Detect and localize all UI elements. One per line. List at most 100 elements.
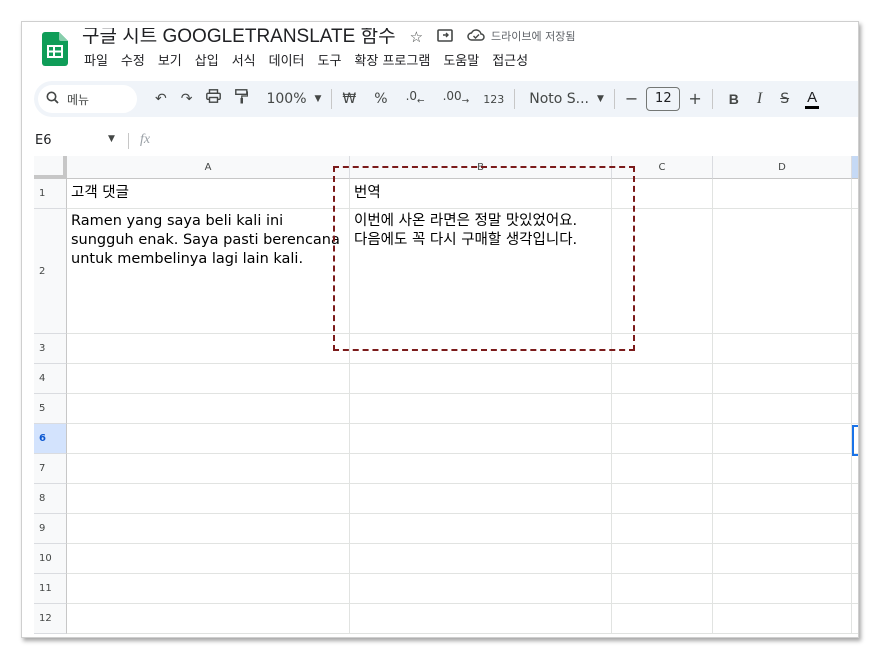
grid-cell[interactable]: [67, 514, 350, 544]
grid-cell[interactable]: [713, 484, 852, 514]
column-header-a[interactable]: A: [67, 156, 350, 179]
row-header[interactable]: 8: [34, 484, 67, 514]
menu-help[interactable]: 도움말: [443, 52, 479, 72]
grid-cell[interactable]: [350, 484, 612, 514]
grid-cell[interactable]: [713, 544, 852, 574]
grid-cell[interactable]: [350, 574, 612, 604]
grid-cell[interactable]: [612, 394, 713, 424]
row-header-active[interactable]: 6: [34, 424, 67, 454]
grid-cell[interactable]: [713, 334, 852, 364]
grid-cell[interactable]: [612, 364, 713, 394]
grid-cell[interactable]: [852, 179, 858, 209]
column-header-d[interactable]: D: [713, 156, 852, 179]
grid-cell[interactable]: [713, 364, 852, 394]
grid-cell[interactable]: [612, 454, 713, 484]
grid-cell[interactable]: [67, 454, 350, 484]
grid-cell[interactable]: [350, 394, 612, 424]
strikethrough-button[interactable]: S: [780, 91, 789, 107]
grid-cell[interactable]: [67, 604, 350, 634]
undo-icon[interactable]: ↶: [155, 89, 167, 109]
move-to-folder-icon[interactable]: [437, 28, 453, 46]
grid-cell[interactable]: [612, 574, 713, 604]
grid-cell[interactable]: [612, 544, 713, 574]
chevron-down-icon[interactable]: ▼: [597, 94, 604, 104]
grid-cell[interactable]: [713, 514, 852, 544]
grid-cell[interactable]: [67, 364, 350, 394]
percent-format-button[interactable]: %: [374, 89, 387, 109]
grid-cell[interactable]: [713, 604, 852, 634]
chevron-down-icon[interactable]: ▼: [108, 134, 115, 144]
chevron-down-icon[interactable]: ▼: [315, 94, 322, 104]
grid-cell[interactable]: [350, 454, 612, 484]
menu-extensions[interactable]: 확장 프로그램: [354, 52, 430, 72]
sheets-logo-icon[interactable]: [42, 32, 68, 66]
zoom-select[interactable]: 100%: [266, 89, 306, 109]
row-header[interactable]: 2: [34, 209, 67, 334]
grid-cell[interactable]: [350, 514, 612, 544]
grid-cell[interactable]: [713, 209, 852, 334]
row-header[interactable]: 10: [34, 544, 67, 574]
redo-icon[interactable]: ↷: [181, 89, 193, 109]
cloud-saved-icon[interactable]: [467, 28, 485, 46]
menu-search[interactable]: 메뉴: [38, 85, 137, 113]
font-select[interactable]: Noto S...: [529, 91, 589, 107]
decrease-font-size-button[interactable]: −: [625, 89, 638, 109]
grid-cell[interactable]: [852, 334, 858, 364]
row-header[interactable]: 4: [34, 364, 67, 394]
spreadsheet-grid[interactable]: A B C D 1 2 3 4 5 6 7 8 9 10 11 12 고객 댓글…: [34, 156, 858, 637]
currency-format-button[interactable]: ₩: [342, 89, 356, 109]
text-color-button[interactable]: A: [805, 89, 820, 109]
row-header[interactable]: 5: [34, 394, 67, 424]
grid-cell[interactable]: [612, 604, 713, 634]
grid-cell[interactable]: [350, 424, 612, 454]
grid-cell[interactable]: [612, 514, 713, 544]
grid-cell[interactable]: [852, 514, 858, 544]
grid-cell[interactable]: [713, 179, 852, 209]
grid-cell[interactable]: [852, 454, 858, 484]
grid-cell[interactable]: [713, 454, 852, 484]
grid-cell[interactable]: [852, 574, 858, 604]
italic-button[interactable]: I: [757, 90, 762, 108]
column-header-e[interactable]: [852, 156, 858, 179]
grid-cell[interactable]: [67, 334, 350, 364]
menu-view[interactable]: 보기: [158, 52, 182, 72]
row-header[interactable]: 9: [34, 514, 67, 544]
number-format-button[interactable]: 123: [483, 93, 504, 106]
row-header[interactable]: 1: [34, 179, 67, 209]
bold-button[interactable]: B: [729, 91, 739, 107]
grid-cell[interactable]: [852, 604, 858, 634]
increase-font-size-button[interactable]: +: [688, 89, 701, 109]
row-header[interactable]: 11: [34, 574, 67, 604]
grid-cell[interactable]: [67, 424, 350, 454]
decrease-decimal-button[interactable]: .0←: [406, 86, 425, 111]
grid-cell[interactable]: [67, 544, 350, 574]
menu-file[interactable]: 파일: [84, 52, 108, 72]
print-icon[interactable]: [206, 89, 222, 109]
grid-cell[interactable]: [713, 424, 852, 454]
grid-cell[interactable]: [852, 394, 858, 424]
cell-a2[interactable]: Ramen yang saya beli kali ini sungguh en…: [67, 209, 357, 272]
row-header[interactable]: 3: [34, 334, 67, 364]
grid-cell[interactable]: [713, 394, 852, 424]
paint-format-icon[interactable]: [235, 88, 249, 110]
menu-edit[interactable]: 수정: [121, 52, 145, 72]
grid-cell[interactable]: [852, 209, 858, 334]
increase-decimal-button[interactable]: .00→: [443, 86, 470, 111]
row-header[interactable]: 12: [34, 604, 67, 634]
cell-a1[interactable]: 고객 댓글: [67, 181, 350, 206]
grid-cell[interactable]: [350, 364, 612, 394]
active-cell-e6[interactable]: [852, 425, 858, 456]
menu-format[interactable]: 서식: [232, 52, 256, 72]
document-title[interactable]: 구글 시트 GOOGLETRANSLATE 함수: [82, 28, 396, 46]
row-header[interactable]: 7: [34, 454, 67, 484]
grid-cell[interactable]: [612, 424, 713, 454]
grid-cell[interactable]: [350, 604, 612, 634]
grid-cell[interactable]: [852, 364, 858, 394]
grid-cell[interactable]: [852, 544, 858, 574]
menu-insert[interactable]: 삽입: [195, 52, 219, 72]
name-box[interactable]: E6: [35, 133, 52, 148]
font-size-input[interactable]: 12: [646, 87, 681, 111]
select-all-corner[interactable]: [34, 156, 67, 179]
grid-cell[interactable]: [67, 574, 350, 604]
grid-cell[interactable]: [713, 574, 852, 604]
